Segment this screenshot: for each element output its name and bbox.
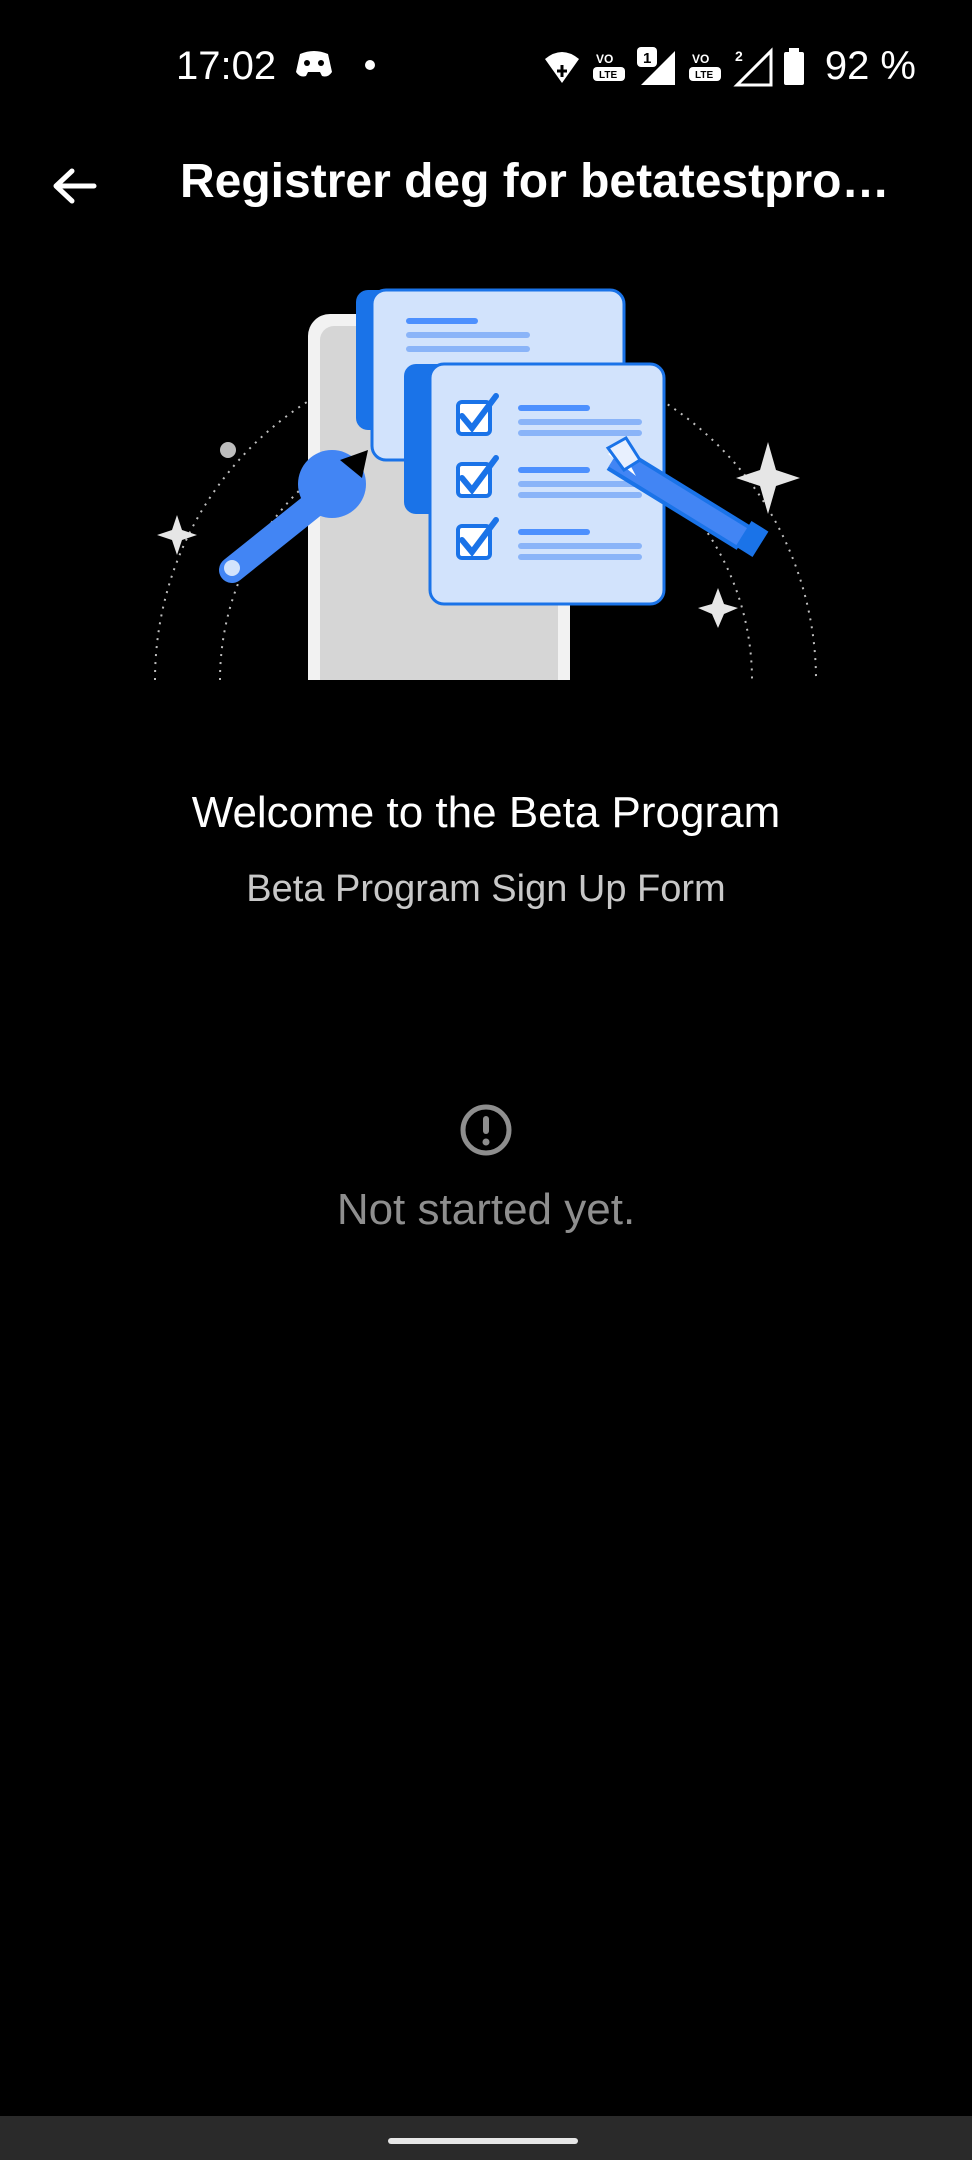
beta-program-illustration (0, 288, 972, 690)
sparkle-right-large (736, 442, 800, 514)
svg-text:VO: VO (596, 52, 613, 66)
status-message: Not started yet. (336, 1185, 636, 1234)
app-notification-icon (296, 51, 332, 77)
app-bar: Registrer deg for betatestpro… (0, 140, 972, 230)
welcome-title: Welcome to the Beta Program (191, 788, 781, 837)
signal-sim2-icon: 2 (733, 46, 773, 86)
sparkle-dot (220, 442, 236, 458)
svg-text:2: 2 (735, 48, 743, 64)
volte-icon: VO LTE (592, 52, 625, 81)
back-button[interactable] (40, 152, 108, 220)
system-nav-bar (0, 2116, 972, 2160)
welcome-subtitle: Beta Program Sign Up Form (246, 868, 726, 910)
signal-sim1-icon: 1 (636, 46, 675, 85)
svg-text:1: 1 (643, 50, 651, 67)
sparkle-left (157, 515, 197, 555)
svg-text:LTE: LTE (599, 70, 617, 81)
home-gesture-handle[interactable] (388, 2138, 578, 2144)
status-right-icons: VO LTE 1 VO LTE 2 92 % (543, 44, 916, 89)
svg-text:VO: VO (692, 52, 709, 66)
status-time: 17:02 (176, 44, 277, 88)
status-block: Not started yet. (0, 1100, 972, 1235)
arrow-back-icon (53, 168, 97, 204)
dot-icon (365, 60, 375, 70)
exclamation-circle-icon (460, 1104, 512, 1156)
status-bar: 17:02 VO LTE 1 VO LTE 2 92 % (0, 0, 972, 140)
volte-icon-2: VO LTE (688, 52, 721, 81)
page-title: Registrer deg for betatestpro… (180, 155, 890, 208)
sparkle-right-small (698, 588, 738, 628)
wifi-icon (544, 51, 579, 83)
battery-icon (783, 47, 804, 85)
battery-percentage: 92 % (824, 44, 916, 88)
status-notification-icons (294, 48, 376, 82)
svg-text:LTE: LTE (695, 70, 713, 81)
